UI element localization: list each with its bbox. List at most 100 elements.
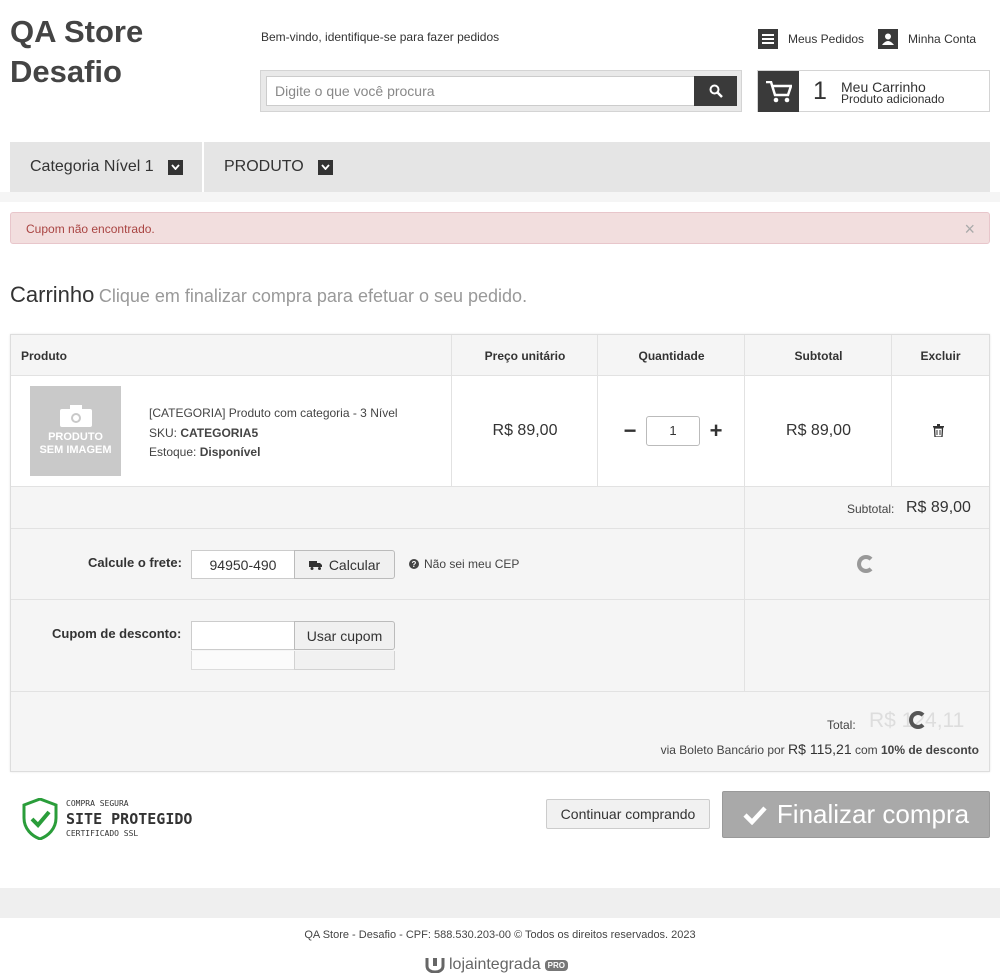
my-orders-link[interactable]: Meus Pedidos xyxy=(758,29,864,49)
divider xyxy=(744,487,745,529)
product-image-placeholder[interactable]: PRODUTO SEM IMAGEM xyxy=(30,386,121,476)
boleto-value: R$ 115,21 xyxy=(788,741,852,757)
boleto-with: com xyxy=(854,743,878,757)
my-account-link[interactable]: Minha Conta xyxy=(878,29,976,49)
check-icon xyxy=(743,805,767,825)
divider xyxy=(744,335,745,376)
coupon-input[interactable] xyxy=(191,621,295,650)
coupon-error-alert: Cupom não encontrado. × xyxy=(10,212,990,244)
camera-icon xyxy=(59,405,92,427)
coupon-ghost-duplicate xyxy=(191,651,395,671)
nav-item-categoria[interactable]: Categoria Nível 1 xyxy=(30,142,183,192)
continue-shopping-button[interactable]: Continuar comprando xyxy=(546,799,710,829)
footer-band xyxy=(0,888,1000,918)
coupon-label: Cupom de desconto: xyxy=(52,626,182,641)
loading-spinner-icon xyxy=(909,711,927,729)
loja-integrada-logo-icon xyxy=(425,958,445,973)
account-links: Meus Pedidos Minha Conta xyxy=(758,29,976,49)
seal-line-2: SITE PROTEGIDO xyxy=(66,810,193,828)
subtotal-row: Subtotal: R$ 89,00 xyxy=(11,487,989,529)
my-orders-label: Meus Pedidos xyxy=(788,32,865,46)
close-icon[interactable]: × xyxy=(964,219,975,240)
page-title-subtitle: Clique em finalizar compra para efetuar … xyxy=(98,286,528,306)
quantity-input[interactable]: 1 xyxy=(646,416,700,446)
product-name[interactable]: [CATEGORIA] Produto com categoria - 3 Ní… xyxy=(149,404,398,424)
finish-purchase-label: Finalizar compra xyxy=(776,799,970,829)
divider xyxy=(597,335,598,376)
calculate-shipping-button[interactable]: Calcular xyxy=(294,550,395,579)
divider xyxy=(597,376,598,487)
divider xyxy=(744,600,745,692)
nav-item-label: Categoria Nível 1 xyxy=(30,158,154,175)
quantity-stepper: − 1 + xyxy=(622,416,724,446)
cart-table: Produto Preço unitário Quantidade Subtot… xyxy=(10,334,990,772)
logo-line-1: QA Store xyxy=(10,14,144,49)
column-header-remove: Excluir xyxy=(920,349,961,363)
stock-value: Disponível xyxy=(199,445,261,459)
alert-message: Cupom não encontrado. xyxy=(26,222,155,236)
stock-label: Estoque: xyxy=(149,445,197,459)
seal-line-3: CERTIFICADO SSL xyxy=(66,829,139,838)
divider xyxy=(891,335,892,376)
sku-label: SKU: xyxy=(149,425,178,440)
question-icon: ? xyxy=(409,559,419,569)
unit-price: R$ 89,00 xyxy=(492,422,558,439)
divider xyxy=(451,376,452,487)
my-account-label: Minha Conta xyxy=(908,32,977,46)
cep-input[interactable]: 94950-490 xyxy=(191,550,295,579)
security-seal: COMPRA SEGURA SITE PROTEGIDO CERTIFICADO… xyxy=(22,798,192,840)
search-input[interactable] xyxy=(266,76,696,106)
user-icon xyxy=(878,29,899,49)
page-title: Carrinho Clique em finalizar compra para… xyxy=(10,282,527,308)
menu-divider xyxy=(202,142,204,192)
mini-cart[interactable]: 1 Meu Carrinho Produto adicionado xyxy=(757,70,990,112)
placeholder-text-1: PRODUTO xyxy=(48,431,103,443)
search-button[interactable] xyxy=(694,76,737,106)
shipping-row: Calcule o frete: 94950-490 Calcular ? Nã… xyxy=(11,529,989,600)
page-title-main: Carrinho xyxy=(10,282,95,307)
subtotal-label: Subtotal: xyxy=(847,502,895,516)
cart-count: 1 xyxy=(813,77,827,105)
loading-spinner-icon xyxy=(857,555,875,573)
list-icon xyxy=(758,29,778,49)
shipping-label: Calcule o frete: xyxy=(88,555,182,570)
welcome-text: Bem-vindo, identifique-se para fazer ped… xyxy=(261,30,500,44)
logo-line-2: Desafio xyxy=(10,54,122,89)
column-header-product: Produto xyxy=(21,349,67,363)
table-row: PRODUTO SEM IMAGEM [CATEGORIA] Produto c… xyxy=(11,376,989,487)
cep-help-link[interactable]: ? Não sei meu CEP xyxy=(409,557,519,571)
boleto-prefix: via Boleto Bancário por xyxy=(660,743,785,757)
search-icon xyxy=(709,84,723,98)
subtotal-value: R$ 89,00 xyxy=(906,499,971,516)
cep-help-label: Não sei meu CEP xyxy=(424,557,520,571)
column-header-quantity: Quantidade xyxy=(638,349,705,363)
cart-icon xyxy=(758,71,799,112)
svg-text:?: ? xyxy=(412,560,417,569)
divider xyxy=(891,376,892,487)
apply-coupon-button[interactable]: Usar cupom xyxy=(294,621,395,650)
increase-quantity-button[interactable]: + xyxy=(708,418,724,444)
nav-item-label: PRODUTO xyxy=(224,158,304,175)
nav-shadow xyxy=(0,192,1000,202)
seal-line-1: COMPRA SEGURA xyxy=(66,799,129,808)
table-header: Produto Preço unitário Quantidade Subtot… xyxy=(11,335,989,376)
shield-check-icon xyxy=(22,798,58,840)
platform-logo[interactable]: lojaintegrada PRO xyxy=(425,956,568,973)
finish-purchase-button[interactable]: Finalizar compra xyxy=(722,791,990,838)
total-row: Total: R$ 124,11 via Boleto Bancário por… xyxy=(11,692,989,772)
chevron-down-icon xyxy=(317,159,333,175)
store-logo[interactable]: QA Store Desafio xyxy=(10,12,143,92)
cart-status: Produto adicionado xyxy=(841,92,945,106)
divider xyxy=(744,376,745,487)
trash-icon[interactable] xyxy=(933,424,944,442)
sku-value: CATEGORIA5 xyxy=(180,425,259,440)
platform-badge: PRO xyxy=(544,959,568,971)
total-label: Total: xyxy=(827,718,856,732)
divider xyxy=(451,335,452,376)
platform-name: lojaintegrada xyxy=(449,956,541,973)
decrease-quantity-button[interactable]: − xyxy=(622,418,638,444)
nav-item-produto[interactable]: PRODUTO xyxy=(224,142,333,192)
boleto-discount: 10% de desconto xyxy=(880,743,979,757)
chevron-down-icon xyxy=(167,159,183,175)
placeholder-text-2: SEM IMAGEM xyxy=(39,444,112,456)
